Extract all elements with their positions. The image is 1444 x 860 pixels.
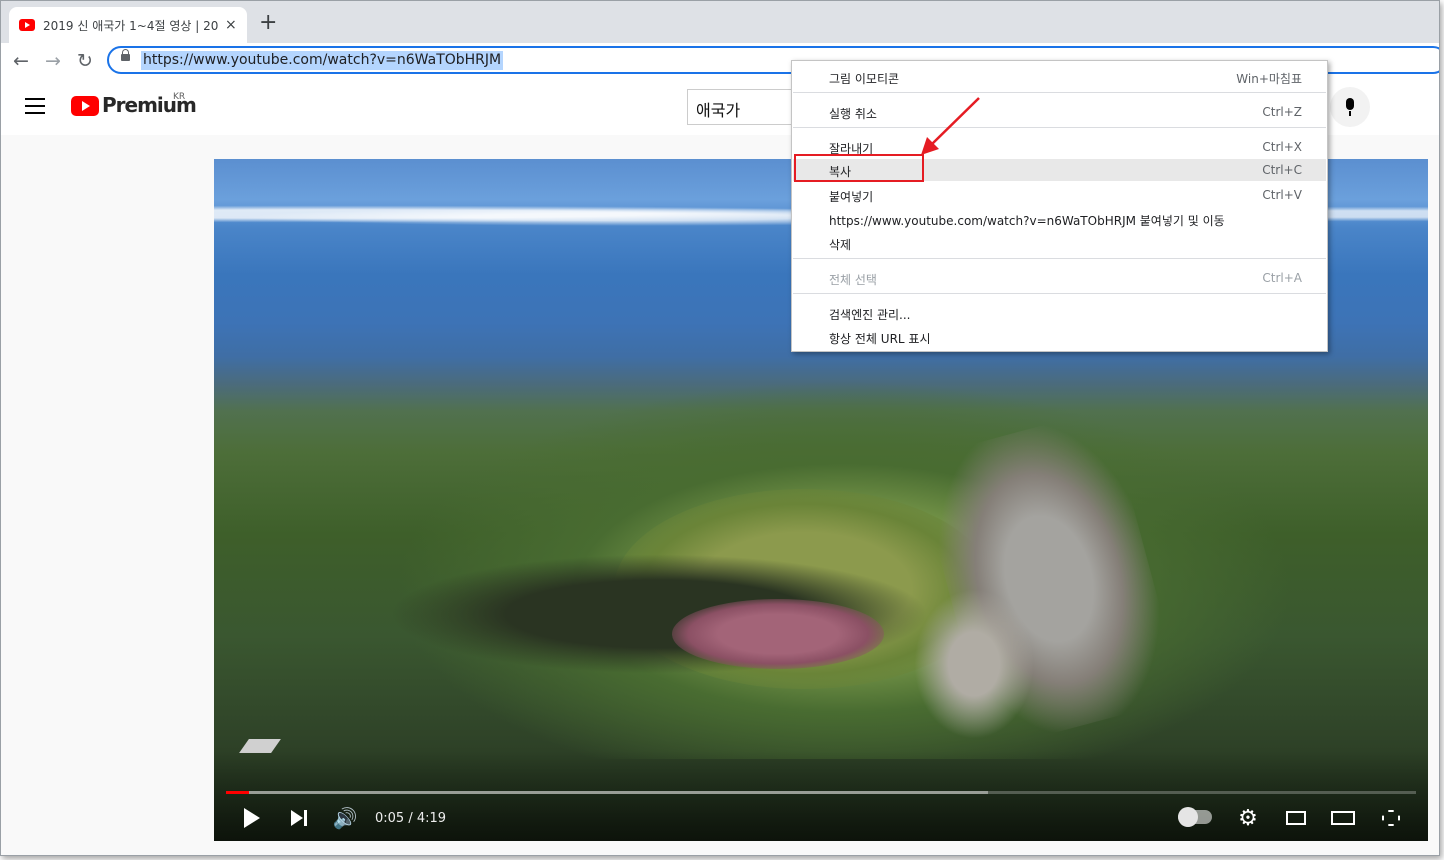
new-tab-button[interactable]: +: [259, 11, 277, 35]
address-bar-url[interactable]: https://www.youtube.com/watch?v=n6WaTObH…: [141, 51, 504, 70]
progress-buffer: [226, 791, 988, 794]
menu-item-shortcut: Ctrl+V: [1262, 188, 1302, 202]
menu-item-paste[interactable]: 붙여넣기 Ctrl+V: [793, 184, 1326, 206]
menu-item-label: 실행 취소: [829, 107, 877, 121]
search-value: 애국가: [696, 101, 741, 120]
voice-search-button[interactable]: [1330, 87, 1370, 127]
youtube-favicon-icon: [19, 19, 35, 31]
menu-item-undo[interactable]: 실행 취소 Ctrl+Z: [793, 101, 1326, 123]
settings-icon[interactable]: ⚙: [1236, 806, 1260, 831]
menu-item-emoji[interactable]: 그림 이모티콘 Win+마침표: [793, 66, 1326, 88]
progress-played: [226, 791, 249, 794]
menu-item-delete[interactable]: 삭제: [793, 232, 1326, 254]
video-frame-cliff-lower: [914, 589, 1034, 739]
menu-item-label: https://www.youtube.com/watch?v=n6WaTObH…: [829, 214, 1225, 228]
tab-strip: 2019 신 애국가 1~4절 영상 | 20 × +: [1, 1, 1439, 43]
time-display: 0:05 / 4:19: [375, 810, 447, 826]
next-icon[interactable]: [288, 806, 310, 830]
miniplayer-icon[interactable]: [1283, 806, 1309, 830]
forward-button[interactable]: →: [41, 49, 65, 73]
menu-item-label: 검색엔진 관리...: [829, 308, 911, 322]
menu-item-shortcut: Win+마침표: [1236, 72, 1302, 86]
menu-item-shortcut: Ctrl+C: [1262, 163, 1302, 177]
menu-item-shortcut: Ctrl+A: [1262, 271, 1302, 285]
browser-tab[interactable]: 2019 신 애국가 1~4절 영상 | 20 ×: [9, 7, 247, 43]
fullscreen-icon[interactable]: [1380, 806, 1402, 830]
back-button[interactable]: ←: [9, 49, 33, 73]
browser-window: 2019 신 애국가 1~4절 영상 | 20 × + ← → ↻ https:…: [0, 0, 1440, 856]
menu-divider: [793, 92, 1326, 93]
context-menu: 그림 이모티콘 Win+마침표 실행 취소 Ctrl+Z 잘라내기 Ctrl+X…: [791, 60, 1328, 352]
microphone-icon: [1346, 98, 1354, 116]
tab-title: 2019 신 애국가 1~4절 영상 | 20: [43, 18, 219, 33]
menu-item-paste-and-go[interactable]: https://www.youtube.com/watch?v=n6WaTObH…: [793, 208, 1326, 230]
menu-item-select-all[interactable]: 전체 선택 Ctrl+A: [793, 267, 1326, 289]
menu-item-label: 삭제: [829, 238, 852, 252]
progress-bar[interactable]: [226, 791, 1416, 794]
video-frame-crater-lake: [672, 599, 884, 669]
autoplay-toggle[interactable]: [1178, 807, 1212, 827]
search-input[interactable]: 애국가: [687, 89, 797, 125]
menu-icon[interactable]: [25, 98, 45, 119]
menu-item-label: 붙여넣기: [829, 190, 874, 204]
reload-button[interactable]: ↻: [73, 49, 97, 73]
theater-mode-icon[interactable]: [1330, 806, 1356, 830]
menu-divider: [793, 127, 1326, 128]
annotation-highlight-box: [794, 154, 924, 182]
menu-item-manage-search-engines[interactable]: 검색엔진 관리...: [793, 302, 1326, 324]
tab-close-icon[interactable]: ×: [225, 17, 237, 33]
lock-icon[interactable]: [121, 49, 130, 61]
menu-item-shortcut: Ctrl+X: [1262, 140, 1302, 154]
menu-item-shortcut: Ctrl+Z: [1262, 105, 1302, 119]
menu-item-label: 전체 선택: [829, 273, 877, 287]
menu-divider: [793, 258, 1326, 259]
menu-item-label: 그림 이모티콘: [829, 72, 900, 86]
volume-icon[interactable]: 🔊: [332, 806, 358, 830]
menu-item-label: 항상 전체 URL 표시: [829, 332, 931, 346]
youtube-logo-icon[interactable]: [71, 96, 99, 116]
menu-divider: [793, 293, 1326, 294]
region-code: KR: [173, 92, 186, 102]
menu-item-show-full-url[interactable]: 항상 전체 URL 표시: [793, 326, 1326, 348]
play-icon[interactable]: [242, 806, 262, 830]
